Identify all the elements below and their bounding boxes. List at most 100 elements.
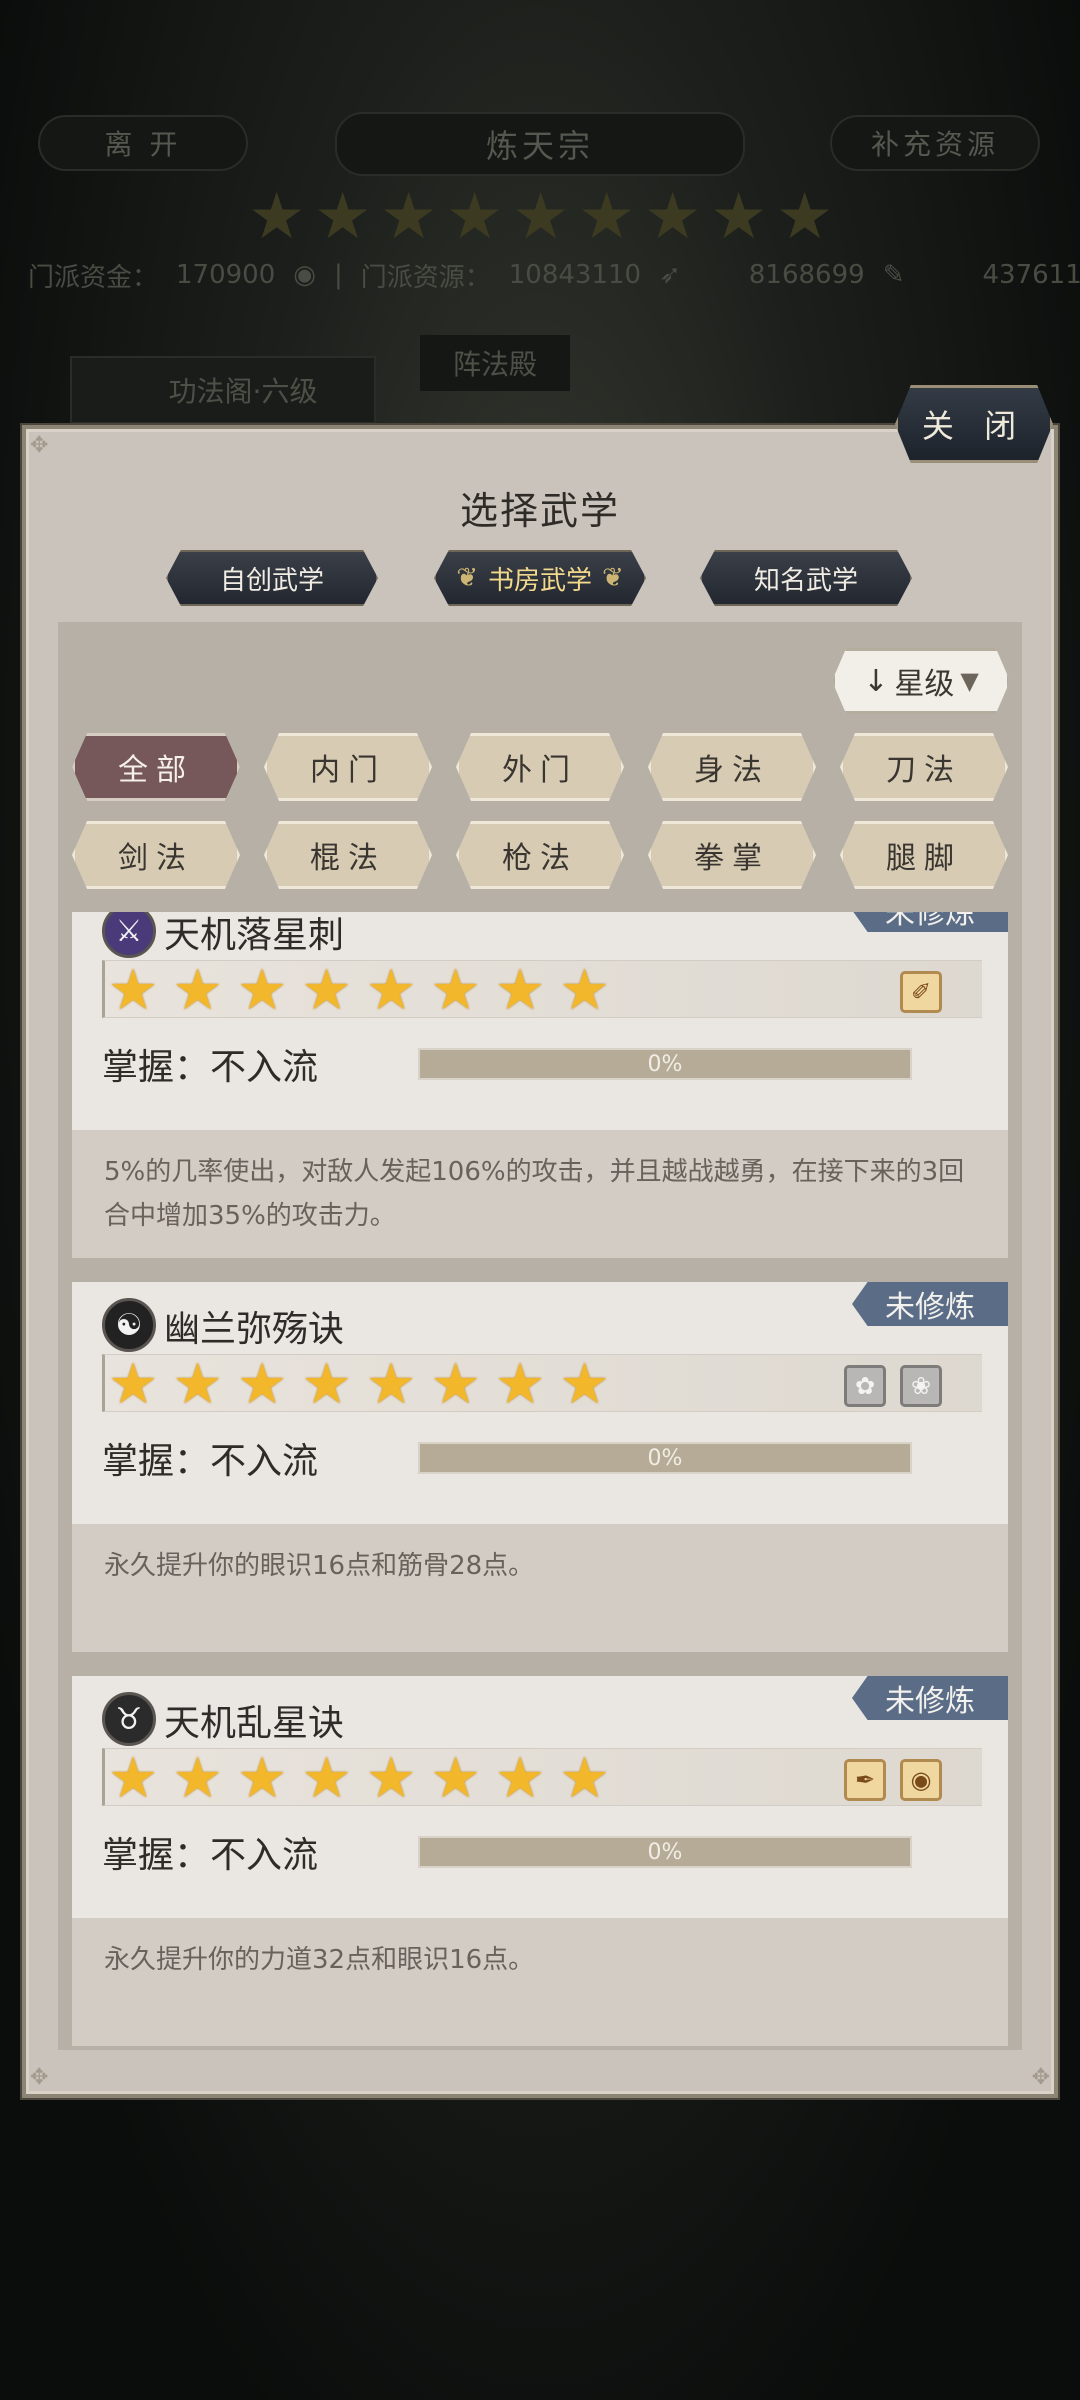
mastery-progress-bar: 0%: [418, 1048, 912, 1080]
star-icon: ★: [301, 1746, 352, 1811]
mastery-row: 掌握：不入流: [102, 1038, 318, 1090]
star-icon: ★: [172, 958, 223, 1023]
sect-star-icon: ★: [512, 180, 570, 254]
mastery-value: 不入流: [210, 1441, 319, 1482]
status-badge: 未修炼: [852, 1676, 1008, 1720]
mastery-row: 掌握：不入流: [102, 1432, 318, 1484]
skill-card[interactable]: ⚔ 天机落星刺 未修炼 ★ ★ ★ ★ ★ ★ ★ ★ ✐ 掌握：不入流 0% 5%的几率使出，对敌人发起1…: [72, 912, 1008, 1258]
star-icon: ★: [430, 958, 481, 1023]
star-icon: ★: [172, 1352, 223, 1417]
star-icon: ★: [430, 1352, 481, 1417]
skill-card[interactable]: ☯ 幽兰弥殇诀 未修炼 ★ ★ ★ ★ ★ ★ ★ ★ ✿ ❀ 掌握：不入流 0% 永久提升你的眼识16点和筋…: [72, 1282, 1008, 1652]
needle-weapon-icon: ✐: [900, 971, 942, 1013]
star-icon: ★: [495, 1746, 546, 1811]
coin-icon: ◉: [293, 260, 316, 290]
tab-study-room-label: 书房武学: [487, 565, 592, 596]
brush-icon: ✒: [844, 1759, 886, 1801]
leave-button[interactable]: 离 开: [38, 115, 248, 171]
resource-label: 门派资源：: [360, 262, 491, 293]
star-icon: ★: [559, 1746, 610, 1811]
star-icon: ★: [108, 1746, 159, 1811]
sect-star-icon: ★: [644, 180, 702, 254]
sect-name: 炼天宗: [335, 112, 745, 176]
status-badge: 未修炼: [852, 912, 1008, 932]
star-icon: ★: [366, 958, 417, 1023]
mastery-label: 掌握：: [102, 1047, 211, 1088]
yin-yang-icon: ☯: [102, 1298, 156, 1352]
skill-description: 永久提升你的眼识16点和筋骨28点。: [104, 1551, 535, 1581]
feather-icon: ➶: [659, 260, 681, 290]
eye-icon: ◉: [900, 1759, 942, 1801]
close-button[interactable]: 关 闭: [895, 385, 1053, 463]
sect-star-icon: ★: [314, 180, 372, 254]
corner-ornament-icon: ✥: [30, 433, 49, 458]
star-icon: ★: [237, 1746, 288, 1811]
filter-button[interactable]: 剑法: [72, 821, 240, 889]
funds-label: 门派资金：: [28, 262, 159, 293]
sort-dropdown[interactable]: ↓ 星级 ▼: [832, 648, 1010, 714]
resource-value: 10843110: [508, 260, 642, 290]
sect-star-icon: ★: [248, 180, 306, 254]
mastery-label: 掌握：: [102, 1441, 211, 1482]
divider: |: [333, 260, 343, 290]
ornament-icon: ❦: [602, 563, 624, 593]
sect-star-icon: ★: [380, 180, 438, 254]
resource-value-3: 8168699: [748, 260, 865, 290]
sect-star-icon: ★: [578, 180, 636, 254]
chevron-down-icon: ▼: [960, 667, 979, 695]
tab-self-created[interactable]: 自创武学: [166, 550, 378, 606]
replenish-button[interactable]: 补充资源: [830, 115, 1040, 171]
filter-button[interactable]: 拳掌: [648, 821, 816, 889]
skill-name: 天机乱星诀: [164, 1703, 345, 1744]
filter-button[interactable]: 外门: [456, 733, 624, 801]
skill-description: 永久提升你的力道32点和眼识16点。: [104, 1945, 535, 1975]
resource-row: 门派资金： 170900 ◉ | 门派资源： 10843110 ➶ 816869…: [28, 255, 1080, 295]
filter-button[interactable]: 身法: [648, 733, 816, 801]
filter-button[interactable]: 枪法: [456, 821, 624, 889]
filter-button[interactable]: 内门: [264, 733, 432, 801]
ornament-icon: ❦: [456, 563, 478, 593]
skill-name: 天机落星刺: [164, 915, 345, 956]
skill-card[interactable]: ♉ 天机乱星诀 未修炼 ★ ★ ★ ★ ★ ★ ★ ★ ✒ ◉ 掌握：不入流 0% 永久提升你的力道32点和眼…: [72, 1676, 1008, 2046]
star-icon: ★: [495, 1352, 546, 1417]
filter-button[interactable]: 棍法: [264, 821, 432, 889]
dialog-title: 选择武学: [459, 489, 620, 533]
funds-value: 170900: [176, 260, 276, 290]
pavilion-label: 功法阁·六级: [168, 375, 318, 408]
sort-arrow-icon: ↓: [863, 663, 889, 699]
star-icon: ★: [559, 958, 610, 1023]
sect-star-icon: ★: [710, 180, 768, 254]
lotus-icon: ❀: [900, 1365, 942, 1407]
corner-ornament-icon: ✥: [1031, 2065, 1050, 2090]
sect-star-icon: ★: [446, 180, 504, 254]
mastery-value: 不入流: [210, 1047, 319, 1088]
mastery-row: 掌握：不入流: [102, 1826, 318, 1878]
scroll-icon: ✎: [882, 260, 905, 290]
star-icon: ★: [559, 1352, 610, 1417]
tab-study-room[interactable]: ❦ 书房武学 ❦: [434, 550, 646, 606]
star-icon: ★: [430, 1746, 481, 1811]
star-icon: ★: [108, 958, 159, 1023]
sect-star-icon: ★: [776, 180, 834, 254]
ox-skull-icon: ♉: [102, 1692, 156, 1746]
star-icon: ★: [301, 958, 352, 1023]
star-icon: ★: [366, 1352, 417, 1417]
star-icon: ★: [301, 1352, 352, 1417]
tab-famous[interactable]: 知名武学: [700, 550, 912, 606]
resource-value-4: 4376114: [982, 260, 1080, 290]
filter-button[interactable]: 腿脚: [840, 821, 1008, 889]
star-icon: ★: [366, 1746, 417, 1811]
filter-button[interactable]: 刀法: [840, 733, 1008, 801]
mastery-progress-bar: 0%: [418, 1836, 912, 1868]
sort-label: 星级: [894, 667, 955, 702]
filter-button[interactable]: 全部: [72, 733, 240, 801]
mastery-label: 掌握：: [102, 1835, 211, 1876]
star-icon: ★: [237, 1352, 288, 1417]
star-icon: ★: [237, 958, 288, 1023]
skill-name: 幽兰弥殇诀: [164, 1309, 345, 1350]
skill-list[interactable]: ⚔ 天机落星刺 未修炼 ★ ★ ★ ★ ★ ★ ★ ★ ✐ 掌握：不入流 0% 5%的几率使出，对敌人发起1…: [58, 912, 1022, 2050]
hall-tag: 阵法殿: [420, 335, 570, 391]
skill-description: 5%的几率使出，对敌人发起106%的攻击，并且越战越勇，在接下来的3回合中增加3…: [104, 1157, 965, 1231]
mastery-progress-bar: 0%: [418, 1442, 912, 1474]
status-badge: 未修炼: [852, 1282, 1008, 1326]
